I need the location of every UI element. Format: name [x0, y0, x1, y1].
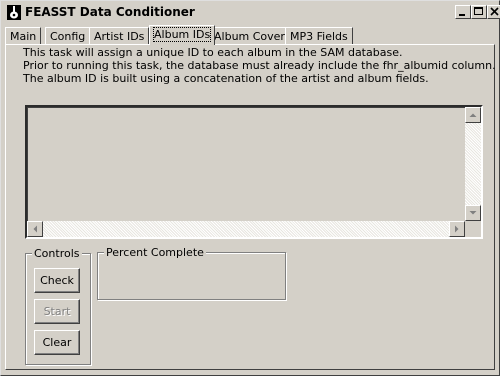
arrow-left-icon	[33, 225, 37, 233]
tab-label: Artist IDs	[94, 30, 145, 43]
maximize-button[interactable]	[471, 5, 487, 19]
close-icon	[490, 7, 499, 16]
minimize-icon	[459, 14, 465, 16]
tab-artist-ids[interactable]: Artist IDs	[89, 27, 150, 44]
tab-config[interactable]: Config	[45, 27, 91, 44]
window-title: FEASST Data Conditioner	[25, 5, 195, 19]
arrow-up-icon	[469, 113, 477, 117]
tab-label: Album Covers	[214, 30, 291, 43]
title-bar[interactable]: FEASST Data Conditioner	[3, 3, 500, 22]
tab-album-covers[interactable]: Album Covers	[209, 27, 296, 44]
close-button[interactable]	[487, 5, 500, 19]
app-window: FEASST Data Conditioner Main Config Arti…	[0, 0, 500, 376]
horizontal-scrollbar[interactable]	[27, 221, 465, 237]
percent-complete-group: Percent Complete	[97, 246, 286, 300]
arrow-down-icon	[469, 211, 477, 215]
scroll-left-button[interactable]	[27, 221, 43, 237]
scroll-down-button[interactable]	[465, 205, 481, 221]
scroll-up-button[interactable]	[465, 107, 481, 123]
tab-strip: Main Config Artist IDs Album IDs Album C…	[5, 25, 495, 45]
scroll-right-button[interactable]	[449, 221, 465, 237]
description-line: The album ID is built using a concatenat…	[23, 72, 429, 85]
minimize-button[interactable]	[455, 5, 471, 19]
controls-group: Controls Check Start Clear	[25, 247, 91, 365]
description-line: Prior to running this task, the database…	[23, 59, 496, 72]
tab-label: Config	[50, 30, 86, 43]
tab-label: MP3 Fields	[290, 30, 348, 43]
check-button[interactable]: Check	[34, 268, 80, 293]
output-listbox[interactable]	[25, 105, 483, 239]
vertical-scrollbar[interactable]	[465, 107, 481, 221]
arrow-right-icon	[455, 225, 459, 233]
start-button[interactable]: Start	[34, 299, 80, 324]
percent-complete-label: Percent Complete	[104, 246, 206, 259]
tab-main[interactable]: Main	[5, 27, 42, 44]
tab-label: Main	[10, 30, 37, 43]
description-line: This task will assign a unique ID to eac…	[23, 46, 403, 59]
guitar-icon	[7, 5, 21, 20]
listbox-content	[27, 107, 481, 237]
tab-mp3-fields[interactable]: MP3 Fields	[285, 27, 353, 44]
maximize-icon	[474, 7, 483, 15]
clear-button[interactable]: Clear	[34, 330, 80, 355]
scroll-corner	[465, 221, 481, 237]
tab-album-ids[interactable]: Album IDs	[149, 25, 216, 45]
tab-label: Album IDs	[152, 27, 212, 42]
controls-group-label: Controls	[32, 247, 82, 260]
